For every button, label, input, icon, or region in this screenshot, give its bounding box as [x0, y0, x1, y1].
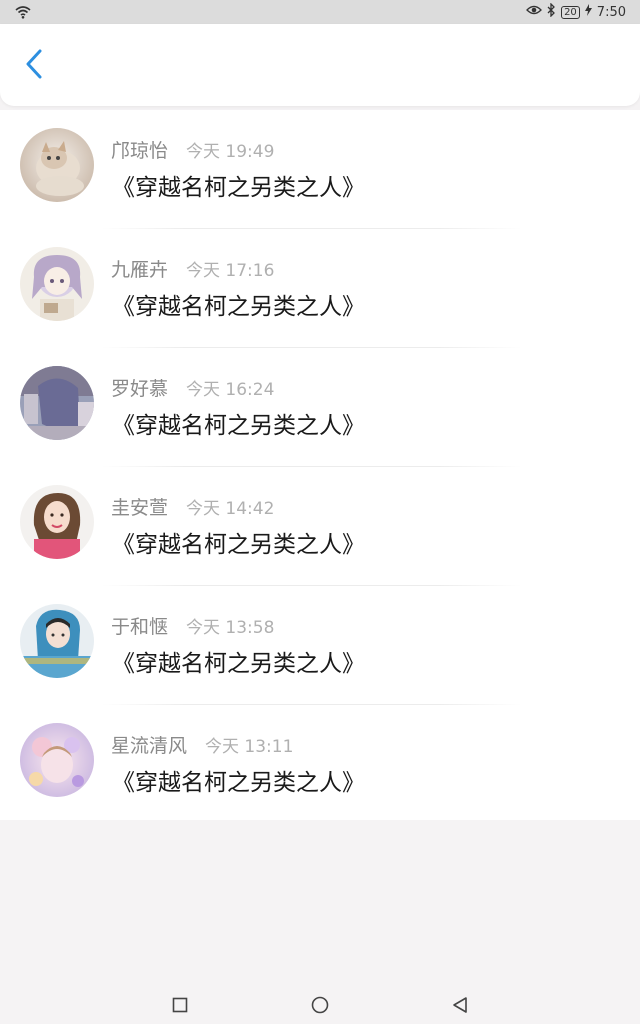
- message-text[interactable]: 《穿越名柯之另类之人》: [112, 406, 365, 440]
- list-item[interactable]: 邝琼怡 今天 19:49 《穿越名柯之另类之人》: [0, 110, 640, 229]
- message-list: 邝琼怡 今天 19:49 《穿越名柯之另类之人》 九雁卉 今天 17:16 《穿…: [0, 110, 640, 820]
- screen: 20 7:50 邝琼怡 今天 19:49 《穿越名柯之另类之人》 九雁卉 今天 …: [0, 0, 640, 1024]
- wifi-icon: [14, 3, 32, 21]
- message-time: 今天 13:11: [205, 737, 294, 757]
- sender-name[interactable]: 九雁卉: [111, 255, 168, 282]
- message-meta: 罗好慕 今天 16:24: [111, 374, 274, 401]
- message-time: 今天 16:24: [186, 380, 275, 400]
- message-meta: 邝琼怡 今天 19:49: [111, 136, 274, 163]
- charging-icon: [584, 4, 592, 20]
- message-time: 今天 19:49: [186, 142, 275, 162]
- status-bar: 20 7:50: [0, 0, 640, 24]
- message-time: 今天 14:42: [186, 499, 275, 519]
- message-text[interactable]: 《穿越名柯之另类之人》: [112, 644, 365, 678]
- message-meta: 圭安萱 今天 14:42: [111, 493, 274, 520]
- sender-name[interactable]: 圭安萱: [111, 493, 168, 520]
- circle-icon: [311, 996, 329, 1018]
- chevron-left-icon: [24, 48, 44, 84]
- list-item[interactable]: 星流清风 今天 13:11 《穿越名柯之另类之人》: [0, 705, 640, 824]
- sender-name[interactable]: 星流清风: [111, 731, 187, 758]
- sender-name[interactable]: 罗好慕: [111, 374, 168, 401]
- message-time: 今天 13:58: [186, 618, 275, 638]
- message-text[interactable]: 《穿越名柯之另类之人》: [112, 763, 365, 797]
- back-nav-button[interactable]: [449, 996, 471, 1018]
- list-item[interactable]: 圭安萱 今天 14:42 《穿越名柯之另类之人》: [0, 467, 640, 586]
- sender-name[interactable]: 于和惬: [111, 612, 168, 639]
- recent-apps-button[interactable]: [169, 996, 191, 1018]
- avatar[interactable]: [20, 128, 94, 202]
- message-meta: 九雁卉 今天 17:16: [111, 255, 274, 282]
- back-button[interactable]: [16, 48, 52, 84]
- avatar[interactable]: [20, 485, 94, 559]
- list-item[interactable]: 罗好慕 今天 16:24 《穿越名柯之另类之人》: [0, 348, 640, 467]
- message-text[interactable]: 《穿越名柯之另类之人》: [112, 525, 365, 559]
- sender-name[interactable]: 邝琼怡: [111, 136, 168, 163]
- message-time: 今天 17:16: [186, 261, 275, 281]
- message-text[interactable]: 《穿越名柯之另类之人》: [112, 287, 365, 321]
- list-item[interactable]: 九雁卉 今天 17:16 《穿越名柯之另类之人》: [0, 229, 640, 348]
- eye-icon: [526, 4, 542, 20]
- battery-indicator: 20: [561, 5, 580, 19]
- message-meta: 星流清风 今天 13:11: [111, 731, 293, 758]
- square-icon: [172, 997, 188, 1017]
- header: [0, 24, 640, 106]
- avatar[interactable]: [20, 247, 94, 321]
- avatar[interactable]: [20, 723, 94, 797]
- triangle-back-icon: [452, 996, 468, 1018]
- bluetooth-icon: [547, 2, 556, 21]
- navigation-bar: [0, 988, 640, 1024]
- avatar[interactable]: [20, 366, 94, 440]
- list-item[interactable]: 于和惬 今天 13:58 《穿越名柯之另类之人》: [0, 586, 640, 705]
- message-text[interactable]: 《穿越名柯之另类之人》: [112, 168, 365, 202]
- status-indicators: 20 7:50: [526, 2, 626, 21]
- home-button[interactable]: [309, 996, 331, 1018]
- avatar[interactable]: [20, 604, 94, 678]
- message-meta: 于和惬 今天 13:58: [111, 612, 274, 639]
- status-time: 7:50: [596, 4, 626, 20]
